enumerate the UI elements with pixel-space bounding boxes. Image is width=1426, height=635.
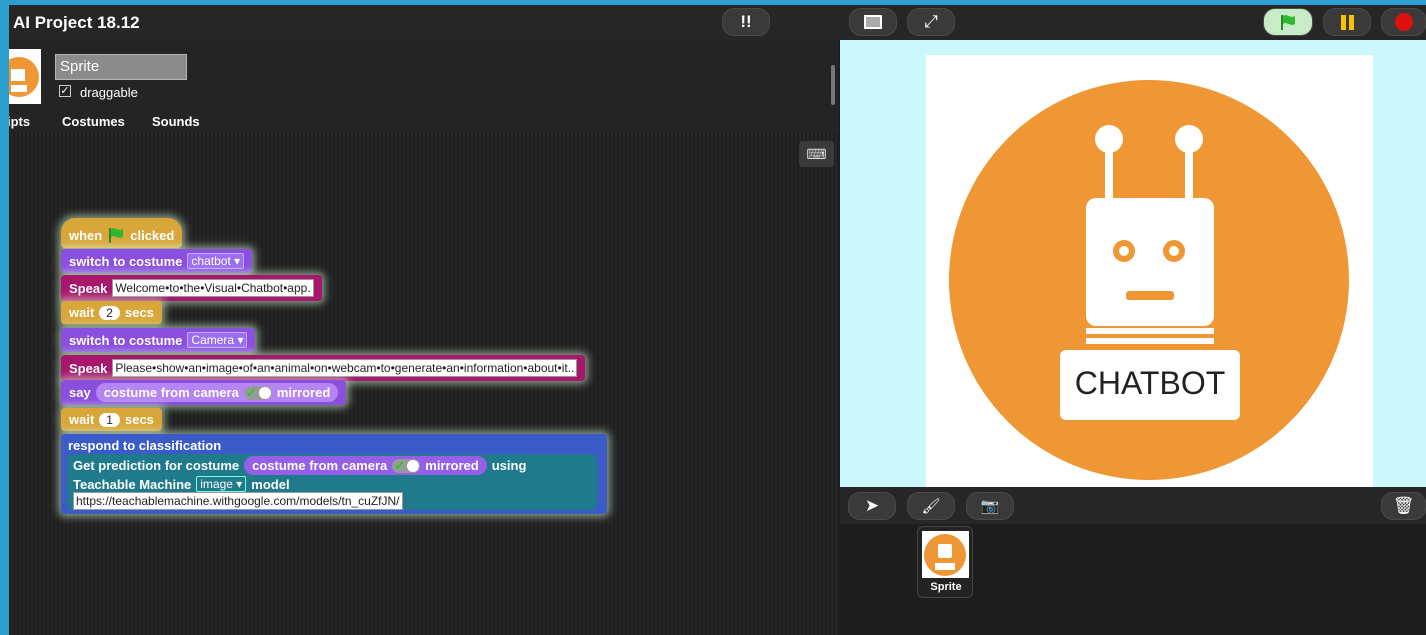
stop-icon: [1394, 13, 1413, 31]
sprite-thumbnail[interactable]: [9, 49, 41, 104]
sprite-name-input[interactable]: Sprite: [55, 54, 187, 80]
model-url-input[interactable]: https://teachablemachine.withgoogle.com/…: [73, 492, 403, 510]
pause-icon: [1340, 14, 1354, 30]
warning-icon: !!: [740, 12, 752, 31]
block-label: model: [251, 476, 290, 492]
sprite-tile-label: Sprite: [930, 581, 962, 593]
project-title: AI Project 18.12: [13, 13, 140, 32]
reporter-label: mirrored: [276, 385, 331, 400]
speak-text-input[interactable]: Welcome•to•the•Visual•Chatbot•app.: [112, 279, 314, 297]
block-label: using: [491, 458, 527, 473]
check-icon: ✓: [245, 384, 257, 400]
costume-from-camera-reporter[interactable]: costume from camera ✓ mirrored: [95, 383, 339, 402]
block-label: switch to costume: [69, 253, 183, 269]
tab-costumes[interactable]: Costumes: [62, 114, 125, 129]
green-flag-icon: [1281, 15, 1295, 30]
app-window: AI Project 18.12 !! ⤢ Sprite ✓ draggable: [9, 5, 1426, 635]
add-sprite-button[interactable]: ➤: [848, 492, 896, 520]
reporter-label: mirrored: [425, 458, 479, 473]
tab-scripts[interactable]: ipts: [9, 114, 30, 129]
costume-from-camera-reporter[interactable]: costume from camera ✓ mirrored: [244, 456, 487, 475]
green-flag-button[interactable]: [1263, 8, 1313, 36]
stage[interactable]: CHATBOT: [840, 40, 1426, 487]
chatbot-costume-image: CHATBOT: [926, 55, 1373, 487]
stage-size-toggle-button[interactable]: [849, 8, 897, 36]
mirror-toggle[interactable]: ✓: [243, 384, 272, 400]
editor-pane: Sprite ✓ draggable ipts Costumes Sounds …: [9, 40, 839, 635]
draggable-checkbox[interactable]: ✓: [59, 85, 71, 97]
block-label: secs: [124, 305, 154, 320]
mirror-toggle[interactable]: ✓: [392, 457, 421, 473]
keyboard-icon[interactable]: ⌨: [799, 141, 834, 167]
sprite-corral: Sprite: [840, 524, 1426, 635]
normal-stage-icon: [864, 15, 882, 29]
get-prediction-block[interactable]: Get prediction for costume costume from …: [67, 454, 597, 510]
dropdown-value: image: [200, 477, 233, 491]
turtle-arrow-icon: ➤: [864, 496, 880, 515]
sprite-thumbnail: [922, 531, 969, 578]
top-bar: AI Project 18.12 !! ⤢: [9, 5, 1426, 40]
pause-button[interactable]: [1323, 8, 1371, 36]
chatbot-caption: CHATBOT: [1074, 365, 1226, 401]
reporter-label: costume from camera: [252, 458, 388, 473]
chatbot-logo-icon: [949, 80, 1349, 480]
costume-dropdown[interactable]: Camera ▾: [187, 332, 248, 348]
dropdown-value: Camera: [191, 333, 235, 347]
check-icon: ✓: [394, 457, 406, 473]
sprite-icon-tile[interactable]: Sprite: [917, 526, 973, 598]
costume-dropdown[interactable]: chatbot ▾: [187, 253, 245, 269]
when-flag-clicked-block[interactable]: when clicked: [61, 218, 183, 248]
brush-icon: 🖌: [921, 498, 941, 515]
block-label: wait: [69, 305, 95, 320]
switch-costume-block[interactable]: switch to costume chatbot ▾: [61, 249, 253, 273]
green-flag-icon: [109, 228, 124, 243]
block-label: clicked: [130, 227, 175, 243]
wait-seconds-input[interactable]: 1: [99, 412, 120, 427]
block-label: when: [69, 227, 103, 243]
wait-seconds-input[interactable]: 2: [99, 305, 120, 320]
switch-costume-block[interactable]: switch to costume Camera ▾: [61, 328, 256, 352]
block-label: say: [69, 385, 91, 400]
wait-block[interactable]: wait 1 secs: [61, 408, 162, 431]
reporter-label: costume from camera: [103, 385, 239, 400]
block-label: wait: [69, 412, 95, 427]
unsaved-warning-button[interactable]: !!: [722, 8, 770, 36]
speak-block[interactable]: Speak Please•show•an•image•of•an•animal•…: [61, 355, 586, 381]
speak-block[interactable]: Speak Welcome•to•the•Visual•Chatbot•app.: [61, 275, 322, 301]
draggable-label: draggable: [80, 85, 138, 100]
dropdown-value: chatbot: [191, 254, 231, 268]
vertical-scrollbar[interactable]: [831, 65, 835, 105]
chatbot-logo-icon: [9, 57, 39, 97]
block-label: respond to classification: [68, 438, 222, 453]
block-label: Speak: [69, 360, 108, 376]
corral-toolbar: ➤ 🖌 📷 🗑: [840, 487, 1426, 524]
trash-icon: 🗑: [1392, 496, 1415, 515]
stop-button[interactable]: [1381, 8, 1426, 36]
camera-sprite-button[interactable]: 📷: [966, 492, 1014, 520]
editor-tabs: ipts Costumes Sounds: [9, 110, 839, 132]
sprite-info-bar: Sprite ✓ draggable ipts Costumes Sounds: [9, 40, 839, 135]
chatbot-logo-icon: [924, 534, 966, 576]
tab-sounds[interactable]: Sounds: [152, 114, 200, 129]
model-type-dropdown[interactable]: image ▾: [196, 476, 247, 492]
block-label: Speak: [69, 280, 108, 296]
block-label: secs: [124, 412, 154, 427]
speak-text-input[interactable]: Please•show•an•image•of•an•animal•on•web…: [112, 359, 578, 377]
trash-button[interactable]: 🗑: [1381, 492, 1426, 520]
presentation-mode-button[interactable]: ⤢: [907, 8, 955, 36]
expand-icon: ⤢: [924, 12, 938, 31]
paint-sprite-button[interactable]: 🖌: [907, 492, 955, 520]
block-label: Get prediction for costume: [73, 458, 240, 473]
say-block[interactable]: say costume from camera ✓ mirrored: [61, 380, 347, 405]
block-label: Teachable Machine: [73, 476, 192, 492]
block-label: switch to costume: [69, 332, 183, 348]
respond-to-classification-block[interactable]: respond to classification Get prediction…: [61, 434, 607, 514]
scripts-area[interactable]: ⌨ when clicked switch to costume chatbot…: [9, 132, 839, 635]
camera-icon: 📷: [980, 498, 1000, 515]
wait-block[interactable]: wait 2 secs: [61, 301, 162, 324]
